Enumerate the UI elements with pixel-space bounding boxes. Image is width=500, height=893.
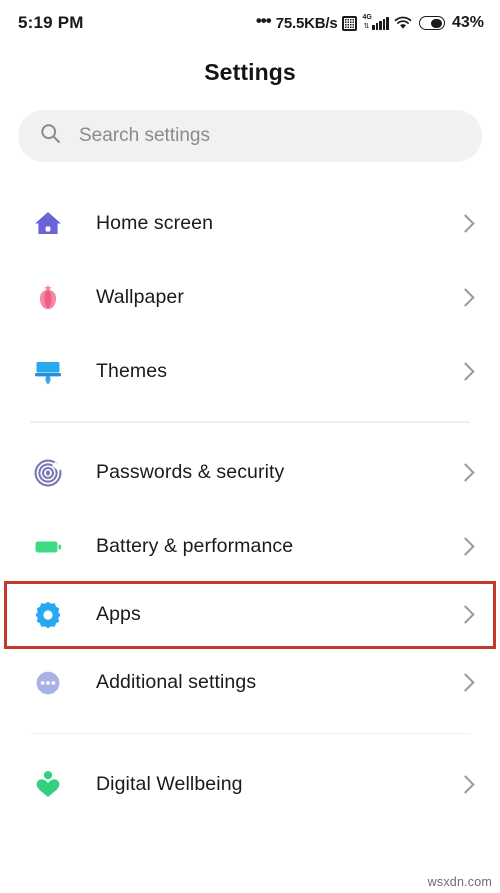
- settings-row-label: Home screen: [96, 211, 214, 234]
- fingerprint-icon: [30, 455, 66, 491]
- settings-row-label: Passwords & security: [96, 461, 285, 483]
- section-divider: [30, 732, 470, 734]
- settings-row-label: Digital Wellbeing: [96, 772, 243, 795]
- settings-row-digital-wellbeing[interactable]: Digital Wellbeing: [0, 747, 500, 821]
- signal-generation-label: 4G: [362, 14, 372, 21]
- signal-bar: [375, 23, 379, 30]
- chevron-right-icon: [456, 287, 475, 307]
- overflow-dots-icon: •••: [255, 10, 272, 30]
- settings-group-personalization: Home screen Wallpaper Themes: [0, 186, 500, 408]
- paint-brush-icon: [30, 353, 66, 389]
- status-indicators: ••• 75.5KB/s 4G ⇅ 43%: [255, 10, 484, 32]
- settings-row-label: Themes: [96, 359, 168, 382]
- chevron-right-icon: [456, 213, 475, 233]
- chevron-right-icon: [456, 605, 475, 624]
- sim-card-icon: [342, 15, 358, 31]
- settings-row-home-screen[interactable]: Home screen: [0, 186, 500, 260]
- settings-row-label: Apps: [96, 603, 141, 625]
- network-speed-text: 75.5KB/s: [275, 14, 338, 32]
- person-heart-icon: [30, 766, 66, 802]
- watermark: wsxdn.com: [427, 875, 492, 889]
- chevron-right-icon: [456, 537, 475, 556]
- chevron-right-icon: [456, 673, 475, 692]
- settings-row-additional-settings[interactable]: Additional settings: [0, 646, 500, 720]
- search-icon: [40, 123, 61, 149]
- settings-row-label: Battery & performance: [96, 535, 294, 557]
- signal-bar: [386, 17, 389, 30]
- home-icon: [30, 205, 66, 241]
- settings-row-passwords-security[interactable]: Passwords & security: [0, 436, 500, 510]
- settings-row-apps[interactable]: Apps: [4, 580, 496, 649]
- settings-row-themes[interactable]: Themes: [0, 334, 500, 408]
- settings-row-label: Wallpaper: [96, 285, 184, 308]
- search-input[interactable]: Search settings: [18, 110, 482, 162]
- tulip-flower-icon: [30, 279, 66, 315]
- chevron-right-icon: [456, 774, 475, 794]
- battery-icon: [30, 529, 66, 565]
- chevron-right-icon: [456, 361, 475, 381]
- settings-row-label: Additional settings: [96, 671, 257, 693]
- search-container: Search settings: [18, 110, 482, 162]
- wifi-icon: [394, 16, 412, 30]
- status-time: 5:19 PM: [18, 13, 84, 32]
- signal-strength-icon: 4G ⇅: [362, 14, 389, 30]
- page-title: Settings: [204, 59, 296, 85]
- signal-arrows-icon: ⇅: [363, 23, 370, 30]
- settings-row-battery-performance[interactable]: Battery & performance: [0, 510, 500, 584]
- section-divider: [30, 421, 470, 423]
- battery-percent-text: 43%: [451, 14, 484, 31]
- battery-icon: [418, 16, 445, 30]
- settings-group-wellbeing: Digital Wellbeing: [0, 747, 500, 821]
- signal-bar: [372, 25, 375, 30]
- search-placeholder: Search settings: [79, 125, 210, 146]
- signal-bar: [379, 21, 382, 30]
- chevron-right-icon: [456, 463, 475, 482]
- settings-list: Home screen Wallpaper Themes Passwords &…: [0, 186, 500, 821]
- signal-bar: [382, 19, 386, 30]
- settings-row-wallpaper[interactable]: Wallpaper: [0, 260, 500, 334]
- status-bar: 5:19 PM ••• 75.5KB/s 4G ⇅ 43%: [0, 0, 500, 46]
- more-dots-circle-icon: [30, 665, 66, 701]
- settings-group-system: Passwords & security Battery & performan…: [0, 436, 500, 720]
- gear-icon: [30, 597, 66, 633]
